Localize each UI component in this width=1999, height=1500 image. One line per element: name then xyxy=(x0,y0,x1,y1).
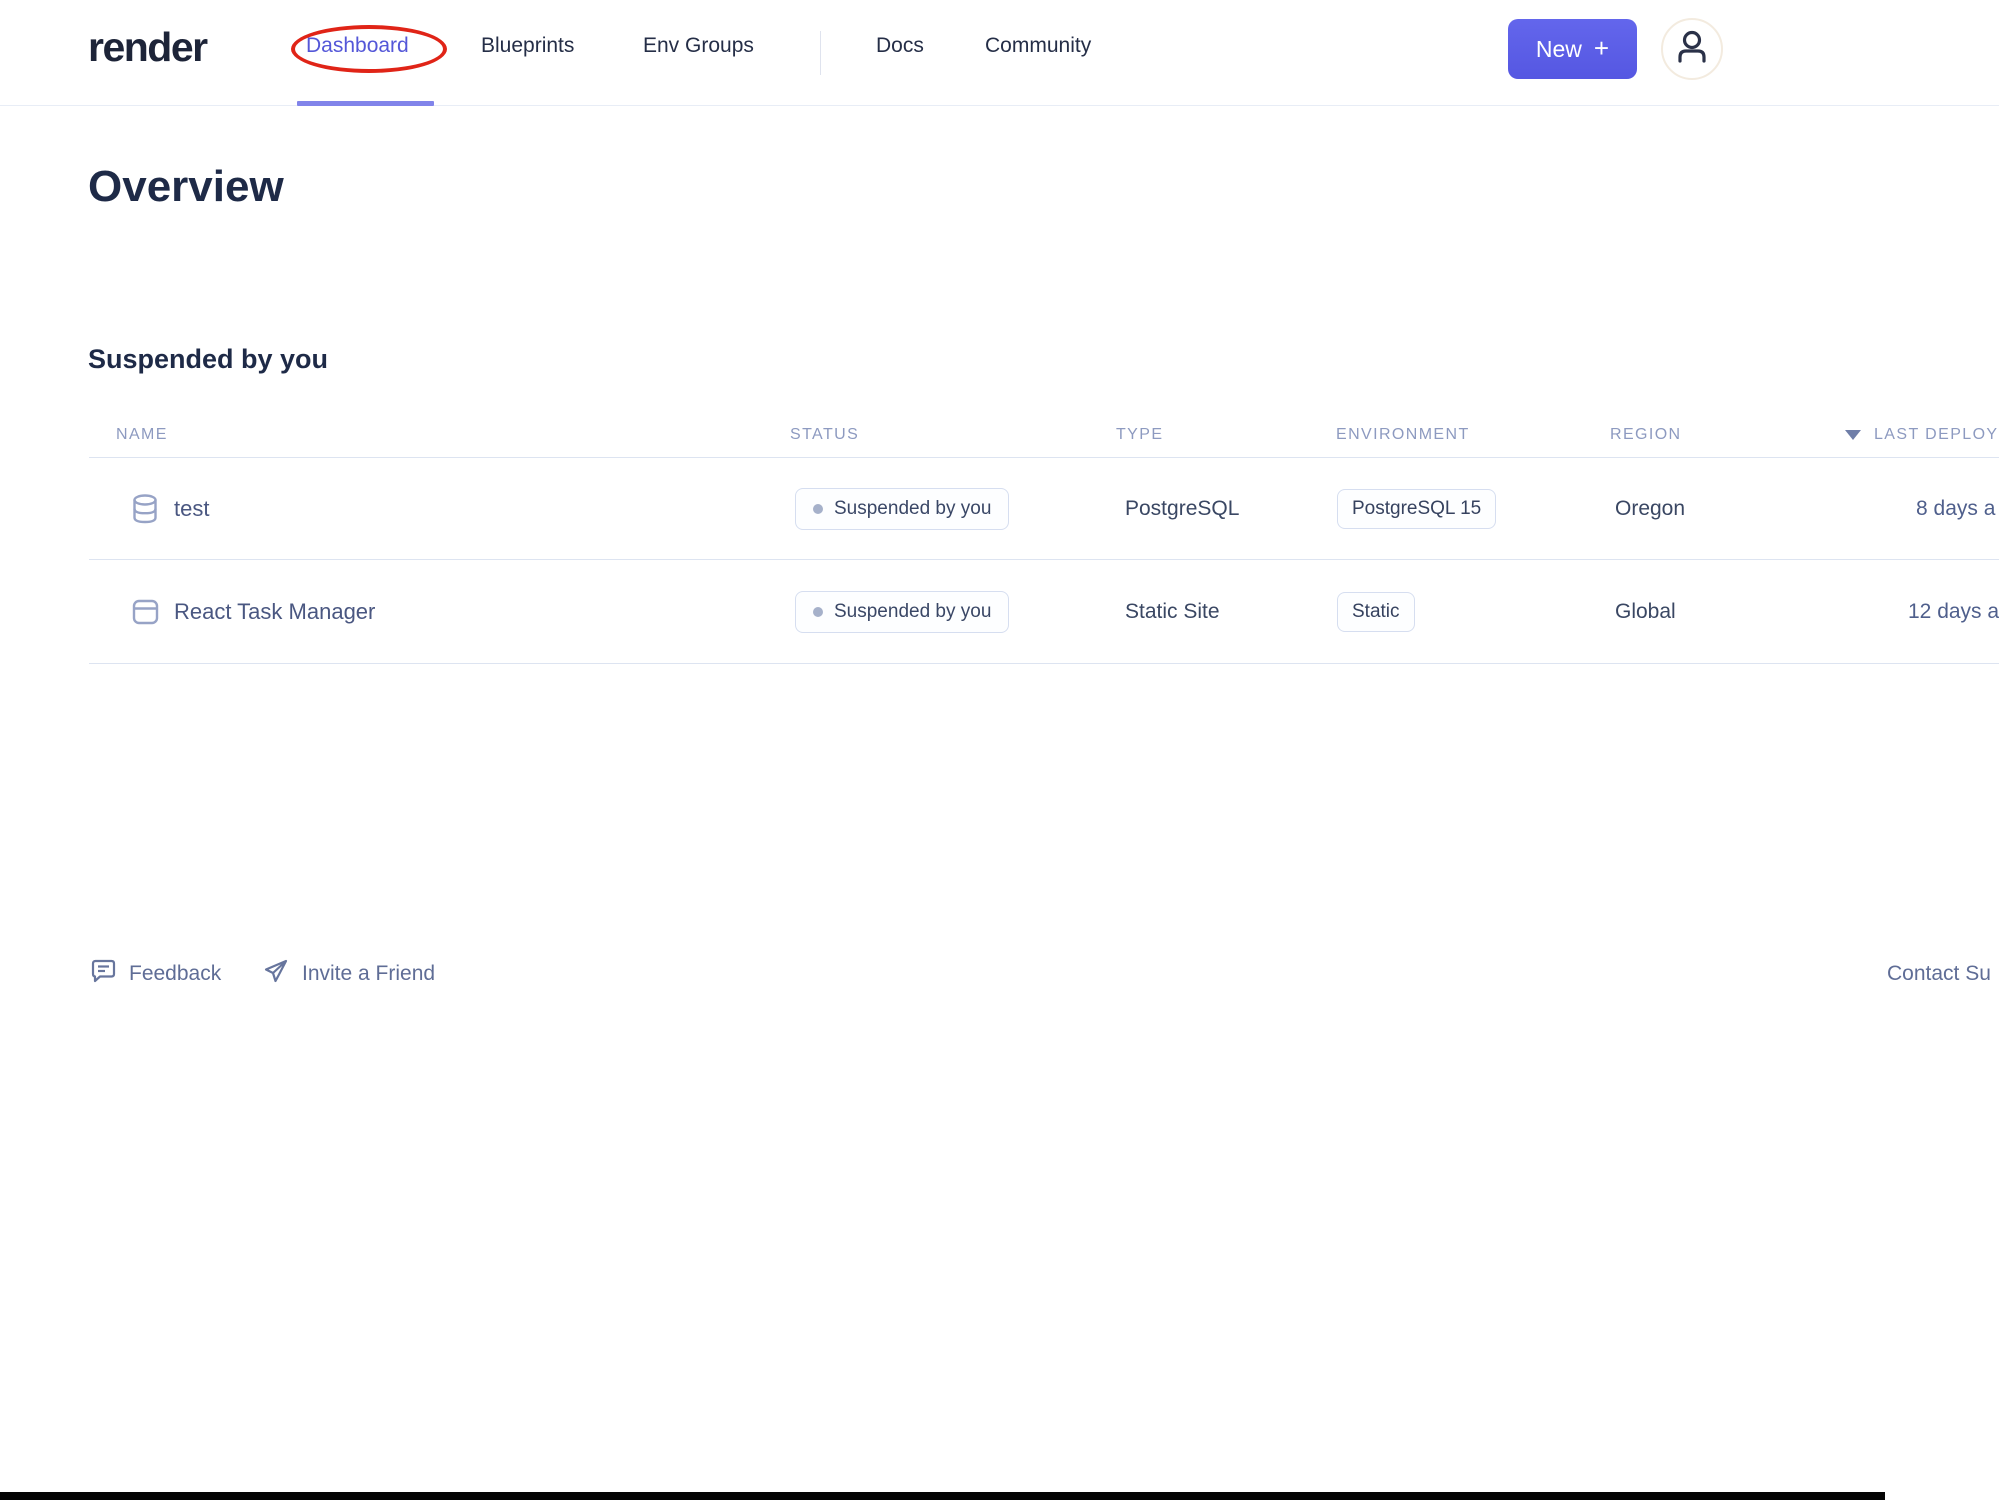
table-row-test[interactable]: test Suspended by you PostgreSQL Postgre… xyxy=(0,458,1999,559)
environment-badge: Static xyxy=(1337,591,1415,632)
feedback-icon xyxy=(90,958,117,991)
user-icon xyxy=(1672,27,1712,72)
feedback-label: Feedback xyxy=(129,962,222,985)
status-badge-label: Suspended by you xyxy=(834,497,992,519)
contact-support-link[interactable]: Contact Su xyxy=(1887,958,1991,990)
top-nav: render Dashboard Blueprints Env Groups D… xyxy=(0,0,1999,106)
environment-badge: PostgreSQL 15 xyxy=(1337,488,1497,529)
status-dot-icon xyxy=(813,503,823,514)
column-header-name[interactable]: NAME xyxy=(116,426,168,444)
invite-a-friend-link[interactable]: Invite a Friend xyxy=(262,958,435,990)
paper-plane-icon xyxy=(262,957,290,991)
status-badge: Suspended by you xyxy=(795,590,1010,633)
page-title: Overview xyxy=(88,162,284,211)
region-cell: Global xyxy=(1615,599,1676,623)
table-row-react-task-manager[interactable]: React Task Manager Suspended by you Stat… xyxy=(0,560,1999,663)
last-deploy-cell: 8 days a xyxy=(1916,496,1996,520)
nav-item-env-groups[interactable]: Env Groups xyxy=(643,34,754,58)
status-cell: Suspended by you xyxy=(795,487,1010,530)
column-header-environment[interactable]: ENVIRONMENT xyxy=(1336,426,1470,444)
static-site-icon xyxy=(132,598,159,625)
status-dot-icon xyxy=(813,606,823,617)
database-icon xyxy=(132,493,158,524)
feedback-link[interactable]: Feedback xyxy=(90,958,221,990)
environment-cell: PostgreSQL 15 xyxy=(1337,488,1497,529)
service-name-link[interactable]: test xyxy=(174,496,209,522)
type-cell: PostgreSQL xyxy=(1125,496,1240,520)
status-badge: Suspended by you xyxy=(795,487,1010,530)
nav-divider xyxy=(820,31,821,75)
render-logo[interactable]: render xyxy=(88,24,208,71)
column-header-region[interactable]: REGION xyxy=(1610,426,1682,444)
service-name-link[interactable]: React Task Manager xyxy=(174,599,375,625)
contact-label: Contact Su xyxy=(1887,962,1991,985)
nav-item-docs[interactable]: Docs xyxy=(876,34,924,58)
environment-cell: Static xyxy=(1337,591,1415,632)
dashboard-page: render Dashboard Blueprints Env Groups D… xyxy=(0,0,1999,1500)
nav-item-community[interactable]: Community xyxy=(985,34,1091,58)
nav-item-blueprints[interactable]: Blueprints xyxy=(481,34,574,58)
region-cell: Oregon xyxy=(1615,496,1686,520)
status-cell: Suspended by you xyxy=(795,590,1010,633)
column-header-type[interactable]: TYPE xyxy=(1116,426,1163,444)
sort-desc-icon xyxy=(1845,430,1861,440)
column-header-last-deploy-label: LAST DEPLOY xyxy=(1874,426,1999,443)
new-button-label: New xyxy=(1535,35,1582,62)
invite-label: Invite a Friend xyxy=(302,962,436,985)
last-deploy-cell: 12 days a xyxy=(1908,599,1999,623)
nav-item-dashboard[interactable]: Dashboard xyxy=(306,34,409,58)
bottom-bar xyxy=(0,1492,1885,1500)
type-cell: Static Site xyxy=(1125,599,1220,623)
section-title: Suspended by you xyxy=(88,344,329,374)
active-tab-underline xyxy=(297,101,434,106)
column-header-status[interactable]: STATUS xyxy=(790,426,859,444)
plus-icon: + xyxy=(1593,32,1610,63)
new-button[interactable]: New + xyxy=(1508,19,1637,79)
column-header-last-deploy[interactable]: LAST DEPLOY xyxy=(1845,426,1999,444)
status-badge-label: Suspended by you xyxy=(834,600,992,622)
account-button[interactable] xyxy=(1661,18,1723,80)
row-divider xyxy=(89,663,1999,664)
table-header-row: NAME STATUS TYPE ENVIRONMENT REGION LAST… xyxy=(0,426,1999,458)
